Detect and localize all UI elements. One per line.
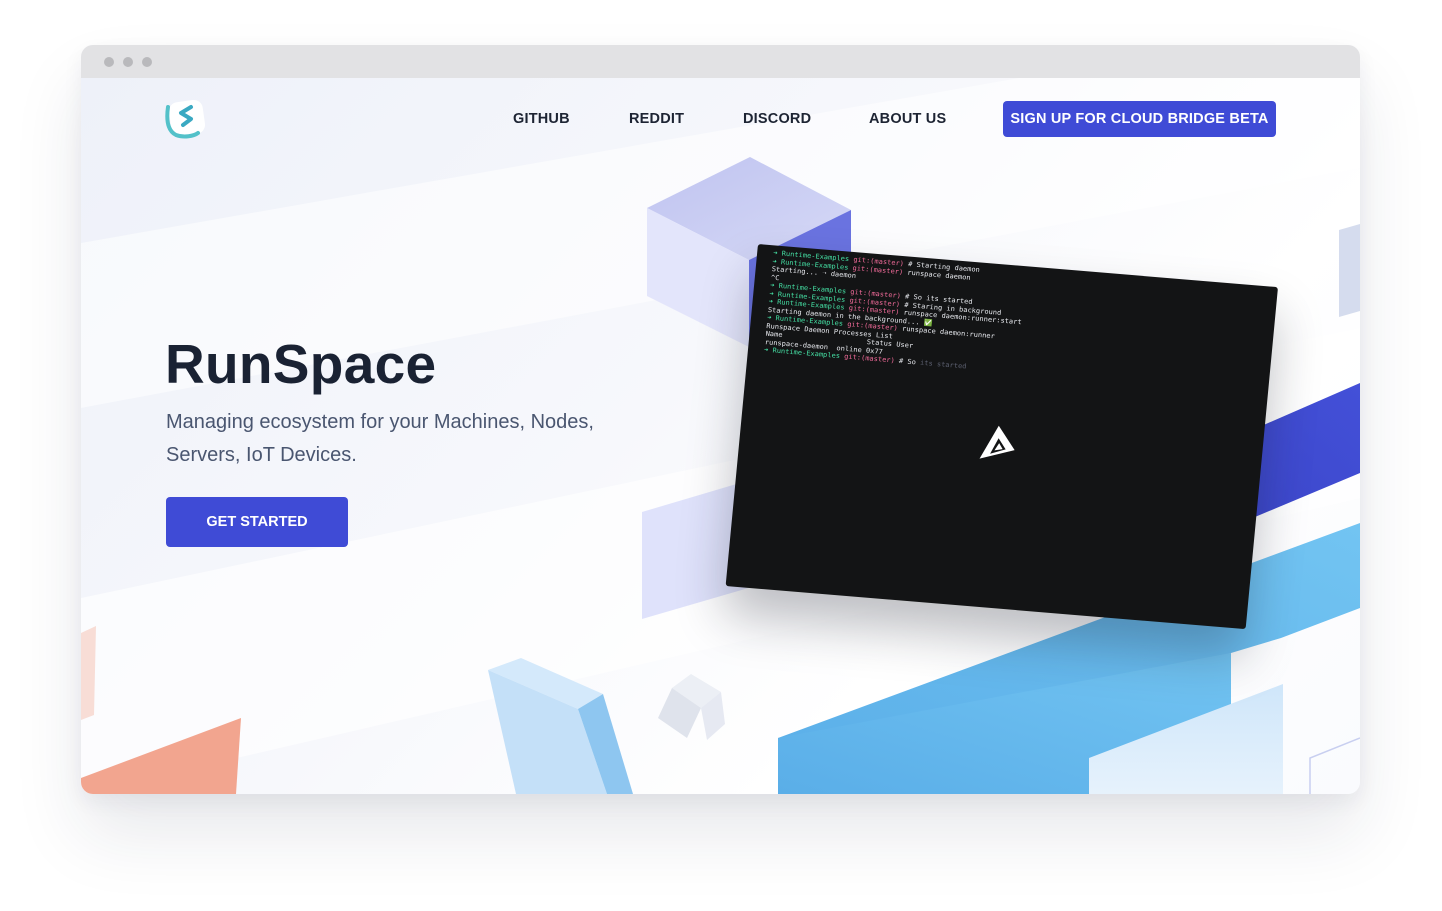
prompt-arrow: ➜ bbox=[769, 289, 775, 298]
prompt-arrow: ➜ bbox=[772, 249, 778, 258]
maximize-dot[interactable] bbox=[142, 57, 152, 67]
terminal-output: ➜ Runtime-Examples git:(master) # Starti… bbox=[764, 249, 1031, 375]
get-started-button[interactable]: GET STARTED bbox=[166, 497, 348, 547]
prompt-arrow: ➜ bbox=[772, 257, 778, 266]
close-dot[interactable] bbox=[104, 57, 114, 67]
hero-subtitle: Managing ecosystem for your Machines, No… bbox=[166, 411, 594, 466]
runspace-logo[interactable] bbox=[164, 97, 210, 143]
prompt-arrow: ➜ bbox=[769, 281, 775, 290]
prompt-arrow: ➜ bbox=[768, 297, 774, 306]
salmon-strip bbox=[81, 626, 96, 720]
nav-link-discord[interactable]: DISCORD bbox=[743, 111, 811, 127]
sign-up-cloud-bridge-button[interactable]: SIGN UP FOR CLOUD BRIDGE BETA bbox=[1003, 101, 1276, 137]
landing-page: GITHUB REDDIT DISCORD ABOUT US SIGN UP F… bbox=[81, 78, 1360, 794]
play-triangle-icon[interactable] bbox=[971, 420, 1021, 468]
terminal-output-text: ^C bbox=[770, 273, 780, 282]
outline-cube-edge bbox=[1309, 737, 1360, 794]
terminal-window: ➜ Runtime-Examples git:(master) # Starti… bbox=[725, 244, 1278, 630]
pale-right-strip bbox=[1339, 224, 1360, 317]
terminal-mockup: ➜ Runtime-Examples git:(master) # Starti… bbox=[725, 244, 1278, 630]
prompt-arrow: ➜ bbox=[763, 346, 769, 354]
hero-title: RunSpace bbox=[165, 333, 437, 395]
terminal-command: # So bbox=[898, 357, 917, 367]
browser-window: GITHUB REDDIT DISCORD ABOUT US SIGN UP F… bbox=[81, 45, 1360, 794]
nav-link-reddit[interactable]: REDDIT bbox=[629, 111, 684, 127]
nav-link-about-us[interactable]: ABOUT US bbox=[869, 111, 946, 127]
browser-chrome-bar bbox=[81, 45, 1360, 78]
minimize-dot[interactable] bbox=[123, 57, 133, 67]
prompt-arrow: ➜ bbox=[766, 313, 772, 322]
nav-link-github[interactable]: GITHUB bbox=[513, 111, 570, 127]
